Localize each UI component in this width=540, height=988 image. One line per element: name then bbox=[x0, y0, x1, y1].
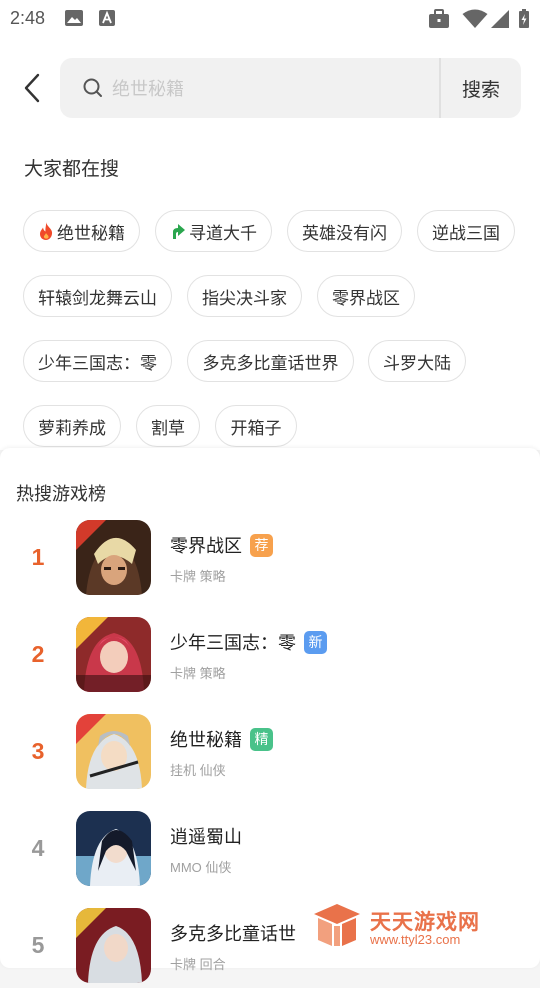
hot-tag-label: 少年三国志：零 bbox=[38, 353, 157, 373]
ranking-item[interactable]: 2 少年三国志：零新 卡牌 策略 bbox=[0, 617, 540, 697]
hot-tag[interactable]: 英雄没有闪 bbox=[287, 210, 402, 252]
game-tags: 卡牌 策略 bbox=[170, 666, 226, 681]
hot-tag[interactable]: 少年三国志：零 bbox=[23, 340, 172, 382]
hot-tag-label: 割草 bbox=[151, 418, 185, 438]
game-name: 绝世秘籍 bbox=[170, 730, 242, 750]
game-name: 零界战区 bbox=[170, 536, 242, 556]
hot-tag[interactable]: 绝世秘籍 bbox=[23, 210, 140, 252]
hot-tag-label: 逆战三国 bbox=[432, 223, 500, 243]
chevron-left-icon bbox=[24, 73, 40, 103]
hot-tag[interactable]: 萝莉养成 bbox=[23, 405, 121, 447]
ranking-item[interactable]: 1 零界战区荐 卡牌 策略 bbox=[0, 520, 540, 600]
hot-tag-label: 英雄没有闪 bbox=[302, 223, 387, 243]
hot-tag-label: 斗罗大陆 bbox=[383, 353, 451, 373]
rank-number: 3 bbox=[31, 738, 45, 764]
watermark-logo bbox=[314, 904, 360, 946]
game-title: 逍遥蜀山 bbox=[170, 823, 242, 849]
search-box: 搜索 bbox=[60, 58, 521, 118]
briefcase-icon bbox=[429, 9, 449, 28]
game-tags: 卡牌 策略 bbox=[170, 569, 226, 584]
wifi-icon bbox=[462, 9, 488, 28]
hot-tag[interactable]: 多克多比童话世界 bbox=[187, 340, 354, 382]
search-button[interactable]: 搜索 bbox=[441, 58, 521, 118]
game-tags: 卡牌 回合 bbox=[170, 957, 226, 972]
hot-tag[interactable]: 斗罗大陆 bbox=[368, 340, 466, 382]
game-icon bbox=[76, 908, 151, 983]
hot-tag-label: 轩辕剑龙舞云山 bbox=[38, 288, 157, 308]
new-badge: 新 bbox=[304, 631, 327, 654]
game-name: 逍遥蜀山 bbox=[170, 827, 242, 847]
featured-badge: 精 bbox=[250, 728, 273, 751]
status-bar: 2:48 bbox=[0, 0, 540, 36]
hot-tag-label: 寻道大千 bbox=[189, 223, 257, 243]
status-time: 2:48 bbox=[10, 8, 46, 28]
hot-tag[interactable]: 寻道大千 bbox=[155, 210, 272, 252]
game-name: 少年三国志：零 bbox=[170, 633, 296, 653]
game-title: 绝世秘籍精 bbox=[170, 726, 273, 752]
hot-search-title: 大家都在搜 bbox=[24, 159, 120, 180]
game-title: 少年三国志：零新 bbox=[170, 629, 327, 655]
trending-up-icon bbox=[170, 222, 186, 240]
hot-tag[interactable]: 轩辕剑龙舞云山 bbox=[23, 275, 172, 317]
hot-game-ranking: 热搜游戏榜 1 零界战区荐 卡牌 策略 2 少年三国志：零 新 卡牌 策略 3 … bbox=[0, 448, 540, 983]
hot-search-section: 大家都在搜 绝世秘籍 寻道大千 英雄没有闪 逆战三国 轩辕剑龙舞云山 指尖决斗家… bbox=[0, 140, 540, 450]
text-app-icon bbox=[99, 10, 115, 26]
rank-number: 4 bbox=[31, 835, 45, 861]
game-icon bbox=[76, 811, 151, 886]
rank-number: 2 bbox=[31, 641, 45, 667]
hot-tag[interactable]: 开箱子 bbox=[215, 405, 297, 447]
hot-tag-label: 多克多比童话世界 bbox=[202, 353, 339, 373]
hot-tag-label: 萝莉养成 bbox=[38, 418, 106, 438]
hot-tag[interactable]: 指尖决斗家 bbox=[187, 275, 302, 317]
search-icon bbox=[83, 78, 102, 97]
signal-icon bbox=[491, 10, 509, 28]
game-tags: MMO 仙侠 bbox=[170, 860, 232, 875]
rank-number: 1 bbox=[31, 544, 45, 570]
hot-tag-label: 绝世秘籍 bbox=[57, 223, 125, 243]
ranking-item[interactable]: 4 逍遥蜀山 MMO 仙侠 bbox=[0, 811, 540, 891]
game-title: 零界战区荐 bbox=[170, 532, 273, 558]
game-tags: 挂机 仙侠 bbox=[170, 763, 226, 778]
hot-tag-label: 指尖决斗家 bbox=[202, 288, 287, 308]
game-icon bbox=[76, 520, 151, 595]
gallery-icon bbox=[65, 10, 83, 26]
ranking-item[interactable]: 3 绝世秘籍精 挂机 仙侠 bbox=[0, 714, 540, 794]
game-icon bbox=[76, 714, 151, 789]
fire-icon bbox=[38, 221, 54, 241]
hot-tag[interactable]: 逆战三国 bbox=[417, 210, 515, 252]
hot-tag-label: 开箱子 bbox=[230, 418, 282, 438]
search-input[interactable] bbox=[110, 68, 434, 110]
watermark-url: www.ttyl23.com bbox=[370, 932, 461, 947]
recommend-badge: 荐 bbox=[250, 534, 273, 557]
hot-tag[interactable]: 零界战区 bbox=[317, 275, 415, 317]
watermark: 天天游戏网 www.ttyl23.com bbox=[312, 902, 512, 954]
game-name: 多克多比童话世 bbox=[170, 924, 296, 944]
game-title: 多克多比童话世 bbox=[170, 920, 296, 946]
game-icon bbox=[76, 617, 151, 692]
search-header: 搜索 bbox=[0, 36, 540, 140]
hot-tag-label: 零界战区 bbox=[332, 288, 400, 308]
ranking-title: 热搜游戏榜 bbox=[16, 484, 106, 504]
rank-number: 5 bbox=[31, 932, 45, 958]
hot-tag[interactable]: 割草 bbox=[136, 405, 200, 447]
back-button[interactable] bbox=[14, 66, 50, 110]
battery-charging-icon bbox=[519, 9, 529, 28]
